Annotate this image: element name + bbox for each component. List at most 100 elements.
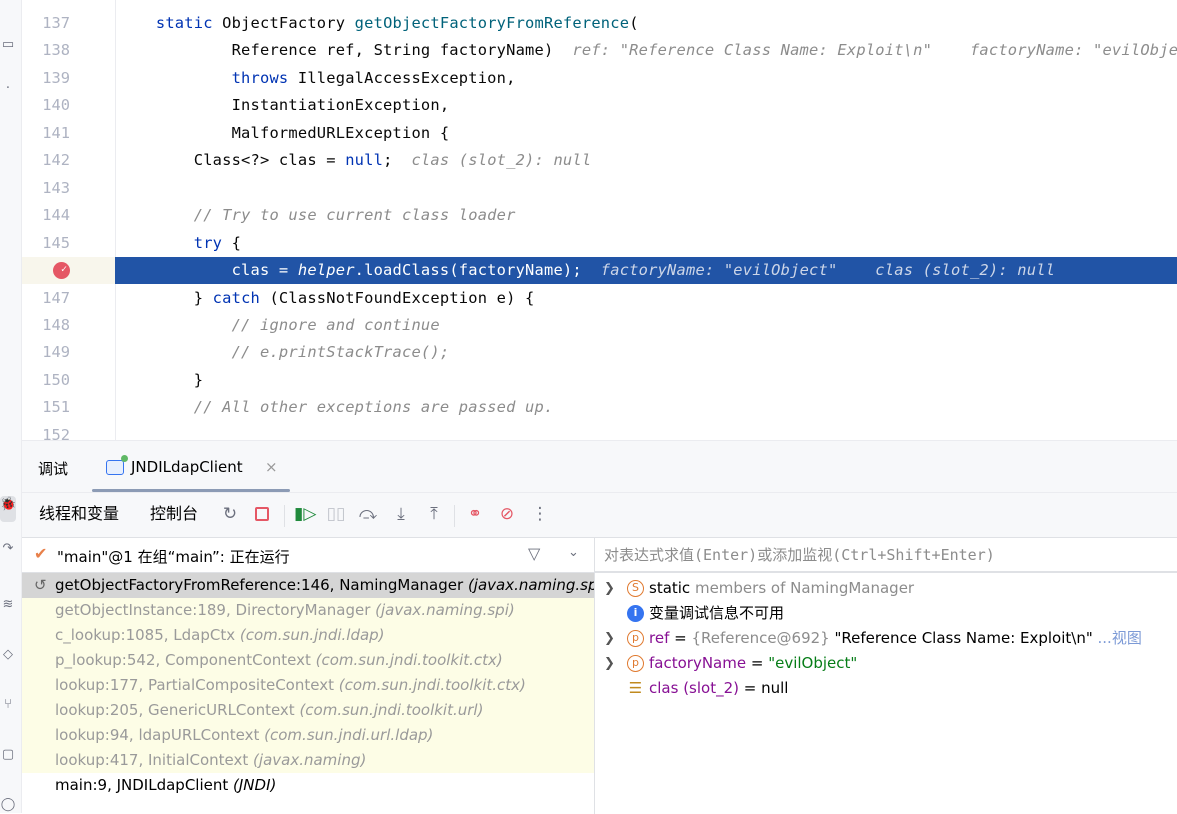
stack-frame[interactable]: p_lookup:542, ComponentContext (com.sun.… (22, 648, 594, 673)
code-token: ( (629, 14, 639, 32)
variable-ref[interactable]: ❯ p ref = {Reference@692} "Reference Cla… (595, 626, 1177, 651)
line-number[interactable]: 142 (22, 147, 70, 174)
check-icon: ✔ (34, 544, 48, 563)
tool-window-strip: ▭ · 🐞 ↷ ≋ ◇ ⑂ ▢ ◯ (0, 0, 22, 813)
frame-method: lookup:205, GenericURLContext (55, 701, 300, 719)
code-line[interactable]: 139 throws IllegalAccessException, (22, 65, 1177, 92)
code-token: (ClassNotFoundException e) { (269, 288, 535, 307)
stack-frame[interactable]: lookup:94, ldapURLContext (com.sun.jndi.… (22, 723, 594, 748)
code-editor[interactable]: 137 static ObjectFactory getObjectFactor… (22, 0, 1177, 440)
chevron-down-icon[interactable]: ⌄ (568, 545, 579, 560)
code-line[interactable]: 138 Reference ref, String factoryName) r… (22, 37, 1177, 64)
variable-clas[interactable]: ☰ clas (slot_2) = null (595, 676, 1177, 701)
code-token: throws (231, 68, 298, 87)
more-tools-icon[interactable]: · (0, 80, 16, 98)
pause-icon[interactable]: ▯▯ (326, 503, 346, 525)
mute-breakpoints-icon[interactable]: ⊘ (497, 503, 517, 525)
stack-frame[interactable]: getObjectInstance:189, DirectoryManager … (22, 598, 594, 623)
code-text: static ObjectFactory getObjectFactoryFro… (118, 10, 639, 37)
stack-frame[interactable]: lookup:417, InitialContext (javax.naming… (22, 748, 594, 773)
line-number[interactable]: 150 (22, 367, 70, 394)
close-tab-icon[interactable]: × (265, 458, 278, 476)
step-out-icon[interactable]: ⤒ (424, 503, 444, 525)
line-number[interactable]: 149 (22, 339, 70, 366)
variable-factoryname[interactable]: ❯ p factoryName = "evilObject" (595, 651, 1177, 676)
code-line[interactable]: 137 static ObjectFactory getObjectFactor… (22, 10, 1177, 37)
line-number[interactable]: 148 (22, 312, 70, 339)
code-line[interactable]: 149 // e.printStackTrace(); (22, 339, 1177, 366)
git-icon[interactable]: ⑂ (0, 696, 16, 714)
build-icon[interactable]: ↷ (0, 540, 16, 558)
stack-frame[interactable]: lookup:205, GenericURLContext (com.sun.j… (22, 698, 594, 723)
tab-session[interactable]: JNDILdapClient (131, 458, 243, 476)
code-token: Class<?> clas = (118, 151, 346, 170)
code-line[interactable]: 147 } catch (ClassNotFoundException e) { (22, 285, 1177, 312)
line-number[interactable]: 151 (22, 394, 70, 421)
view-link[interactable]: ...视图 (1098, 629, 1142, 647)
stack-frame[interactable]: main:9, JNDILdapClient (JNDI) (22, 773, 594, 798)
step-into-icon[interactable]: ⤓ (391, 503, 411, 525)
code-token: .loadClass(factoryName); (354, 261, 601, 280)
line-number[interactable]: 138 (22, 37, 70, 64)
code-text: InstantiationException, (118, 92, 450, 119)
step-over-icon[interactable]: ⤼ (358, 503, 378, 525)
code-token: Reference ref, String factoryName) (118, 41, 573, 60)
stack-frame[interactable]: c_lookup:1085, LdapCtx (com.sun.jndi.lda… (22, 623, 594, 648)
rerun-icon[interactable]: ↻ (220, 503, 240, 525)
code-line[interactable]: 144 // Try to use current class loader (22, 202, 1177, 229)
thread-selector[interactable]: ✔ "main"@1 在组“main”: 正在运行 ▽ ⌄ (22, 537, 594, 573)
line-number[interactable]: 143 (22, 175, 70, 202)
tab-threads-variables[interactable]: 线程和变量 (39, 504, 119, 524)
resume-icon[interactable]: ▮▷ (294, 503, 316, 525)
code-token: getObjectFactoryFromReference (354, 14, 630, 32)
code-line[interactable]: 152 (22, 422, 1177, 440)
structure-icon[interactable]: ▭ (0, 36, 16, 54)
breakpoint-icon[interactable] (53, 256, 70, 283)
code-line[interactable]: clas = helper.loadClass(factoryName); fa… (22, 256, 1177, 285)
stop-icon[interactable] (252, 503, 272, 525)
active-tab-indicator (92, 489, 290, 492)
variable-static-members[interactable]: ❯ S static members of NamingManager (595, 576, 1177, 601)
code-token: ObjectFactory (222, 14, 355, 32)
code-line[interactable]: 142 Class<?> clas = null; clas (slot_2):… (22, 147, 1177, 174)
line-number[interactable]: 137 (22, 10, 70, 37)
view-breakpoints-icon[interactable]: ⚭ (465, 503, 485, 525)
line-number[interactable]: 152 (22, 422, 70, 440)
code-line[interactable]: 148 // ignore and continue (22, 312, 1177, 339)
terminal-icon[interactable]: ▢ (0, 746, 16, 764)
services-icon[interactable]: ◇ (0, 646, 16, 664)
layers-icon[interactable]: ≋ (0, 596, 16, 614)
code-text: // e.printStackTrace(); (118, 339, 450, 366)
line-number[interactable]: 140 (22, 92, 70, 119)
code-token: } (118, 370, 204, 389)
evaluate-expression-input[interactable]: 对表达式求值(Enter)或添加监视(Ctrl+Shift+Enter) (595, 537, 1177, 573)
stack-frame[interactable]: lookup:177, PartialCompositeContext (com… (22, 673, 594, 698)
debug-tool-icon[interactable]: 🐞 (0, 496, 16, 522)
code-line[interactable]: 150 } (22, 367, 1177, 394)
line-number[interactable]: 144 (22, 202, 70, 229)
expand-icon[interactable]: ❯ (604, 651, 615, 676)
info-text: 变量调试信息不可用 (649, 604, 785, 622)
code-line[interactable]: 151 // All other exceptions are passed u… (22, 394, 1177, 421)
code-token: InstantiationException, (118, 96, 450, 115)
code-token: try (193, 233, 232, 252)
code-line[interactable]: 141 MalformedURLException { (22, 120, 1177, 147)
expand-icon[interactable]: ❯ (604, 626, 615, 651)
expand-icon[interactable]: ❯ (604, 576, 615, 601)
tab-console[interactable]: 控制台 (150, 504, 198, 524)
problems-icon[interactable]: ◯ (0, 796, 16, 814)
code-line[interactable]: 143 (22, 175, 1177, 202)
line-number[interactable]: 147 (22, 285, 70, 312)
code-line[interactable]: 145 try { (22, 230, 1177, 257)
more-icon[interactable]: ⋮ (530, 503, 550, 525)
line-number[interactable]: 145 (22, 230, 70, 257)
stack-frame[interactable]: ↺ getObjectFactoryFromReference:146, Nami… (22, 573, 594, 598)
line-number[interactable]: 141 (22, 120, 70, 147)
line-number[interactable]: 139 (22, 65, 70, 92)
filter-icon[interactable]: ▽ (528, 544, 540, 563)
code-line[interactable]: 140 InstantiationException, (22, 92, 1177, 119)
